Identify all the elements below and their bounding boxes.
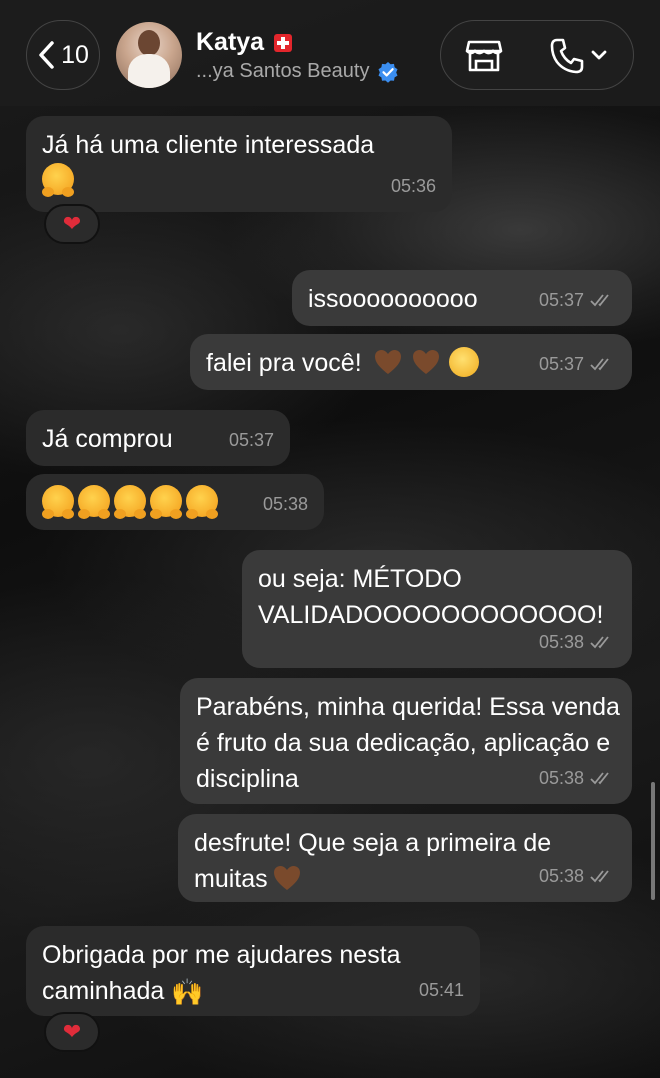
chevron-left-icon (39, 41, 54, 69)
message-text: Já há uma cliente interessada (42, 131, 375, 159)
message-bubble-outgoing[interactable]: ou seja: MÉTODO VALIDADOOOOOOOOOOOO! 05:… (242, 550, 632, 668)
double-check-icon (590, 636, 609, 649)
avatar[interactable] (116, 22, 182, 88)
hugging-face-emoji (186, 485, 218, 519)
chat-header: 10 Katya ...ya Santos Beauty (0, 0, 660, 106)
contact-name: Katya (196, 28, 265, 56)
message-text: ou seja: MÉTODO VALIDADOOOOOOOOOOOO! (258, 565, 604, 629)
timestamp: 05:38 (538, 866, 584, 886)
hugging-face-emoji (42, 163, 74, 197)
hugging-face-emoji (114, 485, 146, 519)
message-bubble-outgoing[interactable]: desfrute! Que seja a primeira de muitas … (178, 814, 632, 902)
hugging-face-emoji (78, 485, 110, 519)
message-text: Já comprou (42, 425, 173, 453)
message-bubble-incoming[interactable]: Já há uma cliente interessada 05:36 (26, 116, 452, 212)
brown-heart-emoji (412, 350, 439, 374)
verified-badge-icon (378, 61, 398, 83)
message-bubble-incoming[interactable]: Obrigada por me ajudares nesta caminhada… (26, 926, 480, 1016)
scrollbar[interactable] (651, 782, 655, 900)
message-time: 05:36 (391, 168, 436, 204)
phone-icon[interactable] (549, 37, 585, 75)
timestamp: 05:38 (538, 632, 584, 652)
timestamp: 05:37 (538, 354, 584, 374)
message-time: 05:38 (539, 760, 616, 796)
timestamp: 05:41 (418, 980, 464, 1000)
hugging-face-emoji (150, 485, 182, 519)
message-time: 05:38 (539, 858, 616, 894)
header-actions (440, 20, 634, 90)
message-bubble-incoming[interactable]: Já comprou 05:37 (26, 410, 290, 466)
message-bubble-outgoing[interactable]: Parabéns, minha querida! Essa venda é fr… (180, 678, 632, 804)
contact-subtitle: ...ya Santos Beauty (196, 60, 370, 82)
message-time: 05:38 (539, 624, 616, 660)
hugging-face-emojis (42, 485, 222, 519)
message-text: issoooooooooo (308, 285, 478, 313)
timestamp: 05:38 (262, 494, 308, 514)
avatar-figure-head (138, 30, 160, 56)
back-button[interactable]: 10 (26, 20, 100, 90)
double-check-icon (590, 870, 609, 883)
message-time: 05:37 (539, 346, 616, 382)
swiss-flag-icon (274, 33, 293, 52)
message-text: falei pra você! (206, 349, 362, 377)
message-bubble-outgoing[interactable]: falei pra você! 05:37 (190, 334, 632, 390)
message-text: desfrute! Que seja a primeira de muitas (194, 829, 559, 893)
brown-heart-emoji (374, 350, 401, 374)
heart-reaction[interactable]: ❤ (44, 1012, 100, 1052)
raising-hands-emoji: 🙌 (171, 977, 204, 1007)
message-text: Obrigada por me ajudares nesta caminhada (42, 941, 408, 1005)
unread-count: 10 (61, 40, 89, 69)
store-icon[interactable] (465, 39, 503, 73)
hugging-face-emoji (42, 485, 74, 519)
chevron-down-icon[interactable] (591, 49, 607, 61)
timestamp: 05:37 (538, 290, 584, 310)
timestamp: 05:36 (390, 176, 436, 196)
avatar-figure-body (128, 54, 170, 88)
message-time: 05:37 (229, 422, 274, 458)
message-time: 05:41 (419, 972, 464, 1008)
message-bubble-outgoing[interactable]: issoooooooooo 05:37 (292, 270, 632, 326)
timestamp: 05:37 (228, 430, 274, 450)
brown-heart-emoji (273, 866, 300, 890)
double-check-icon (590, 294, 609, 307)
double-check-icon (590, 358, 609, 371)
heart-reaction[interactable]: ❤ (44, 204, 100, 244)
pleading-face-emoji (448, 347, 479, 377)
double-check-icon (590, 772, 609, 785)
message-time: 05:38 (263, 486, 308, 522)
message-time: 05:37 (539, 282, 616, 318)
contact-subtitle-row[interactable]: ...ya Santos Beauty (196, 60, 399, 83)
message-bubble-incoming[interactable]: 05:38 (26, 474, 324, 530)
timestamp: 05:38 (538, 768, 584, 788)
contact-name-row[interactable]: Katya (196, 28, 293, 57)
